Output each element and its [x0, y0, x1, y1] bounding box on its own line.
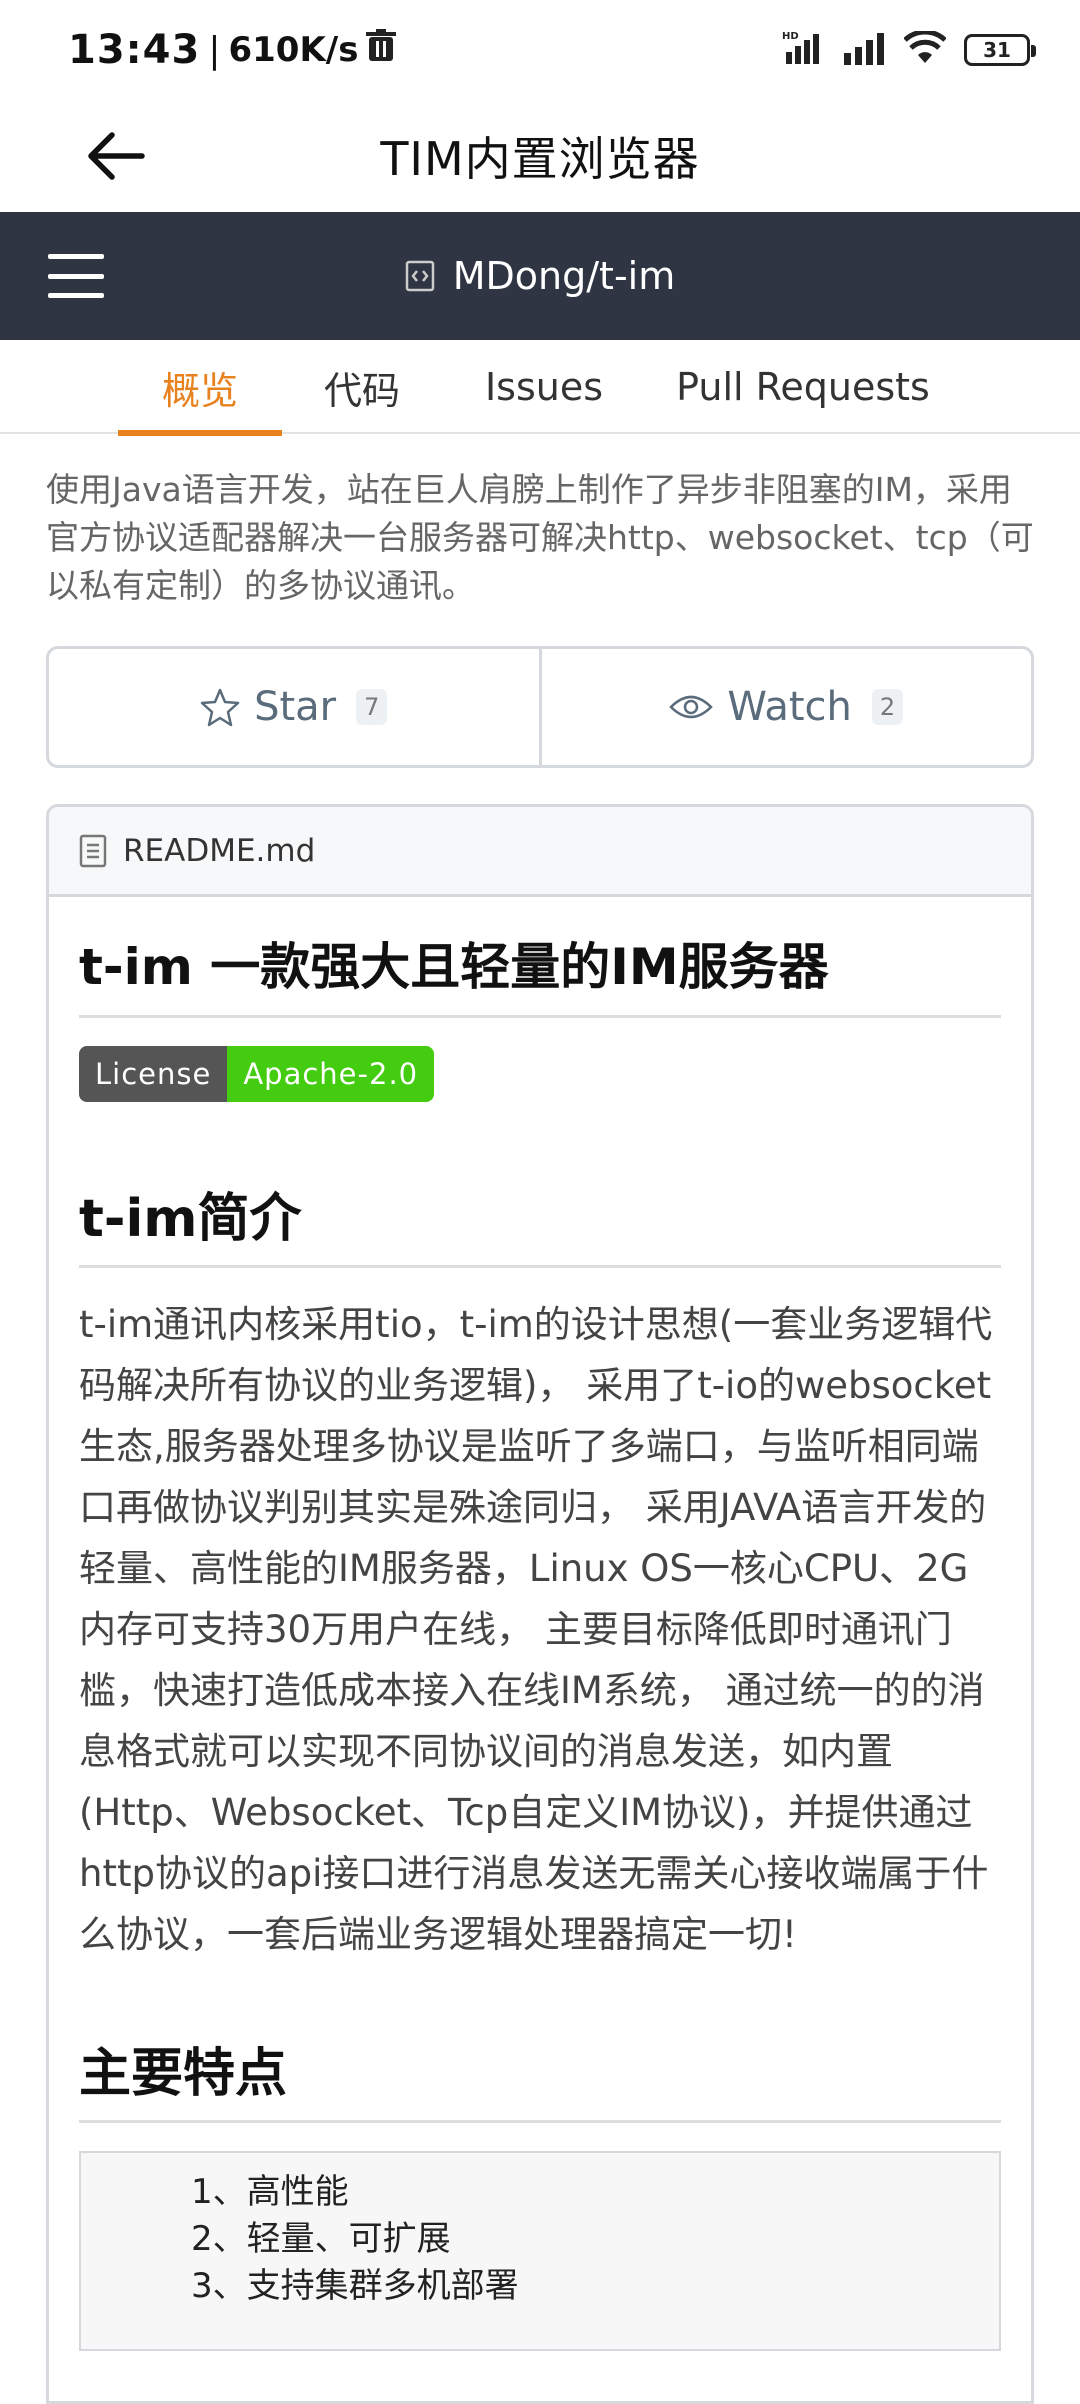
- feature-item: 3、支持集群多机部署: [191, 2266, 519, 2306]
- status-separator: |: [208, 29, 221, 71]
- features-list: 1、高性能 2、轻量、可扩展 3、支持集群多机部署: [79, 2151, 1001, 2351]
- battery-level: 31: [983, 38, 1011, 62]
- tab-code[interactable]: 代码: [316, 340, 408, 434]
- eye-icon: [669, 695, 714, 719]
- star-watch-bar: Star 7 Watch 2: [46, 646, 1034, 768]
- readme-body: t-im 一款强大且轻量的IM服务器 License Apache-2.0 t-…: [49, 897, 1031, 2351]
- battery-icon: 31: [964, 34, 1036, 66]
- license-badge-value: Apache-2.0: [227, 1046, 435, 1102]
- license-badge-label: License: [79, 1046, 228, 1102]
- readme-header: README.md: [49, 807, 1031, 897]
- intro-text: t-im通讯内核采用tio，t-im的设计思想(一套业务逻辑代码解决所有协议的业…: [79, 1303, 993, 1956]
- feature-item: 1、高性能: [191, 2172, 349, 2212]
- tab-overview[interactable]: 概览: [118, 340, 282, 436]
- status-right: HD 31: [782, 28, 1036, 72]
- readme-filename: README.md: [123, 832, 316, 869]
- hd-signal-icon: HD: [782, 30, 826, 70]
- star-button[interactable]: Star 7: [49, 649, 539, 765]
- repo-title: MDong/t-im: [0, 212, 1080, 340]
- star-count: 7: [356, 689, 388, 725]
- repo-description: 使用Java语言开发，站在巨人肩膀上制作了异步非阻塞的IM，采用官方协议适配器解…: [46, 470, 1034, 605]
- watch-count: 2: [871, 689, 904, 725]
- trash-icon: [366, 28, 397, 72]
- signal-icon: [844, 31, 886, 69]
- back-button[interactable]: [76, 116, 156, 196]
- browser-title-bar: TIM内置浏览器: [0, 100, 1080, 212]
- browser-title: TIM内置浏览器: [380, 132, 700, 186]
- watch-button[interactable]: Watch 2: [538, 649, 1032, 765]
- status-bar: 13:43 | 610K/s HD 31: [0, 0, 1080, 100]
- repo-header: MDong/t-im: [0, 212, 1080, 340]
- arrow-left-icon: [88, 132, 145, 180]
- tab-issues[interactable]: Issues: [476, 340, 612, 434]
- network-speed: 610K/s: [228, 30, 359, 70]
- feature-item: 2、轻量、可扩展: [191, 2219, 451, 2259]
- wifi-icon: [903, 29, 947, 69]
- features-heading: 主要特点: [79, 2031, 1001, 2123]
- readme-title: t-im 一款强大且轻量的IM服务器: [79, 921, 1001, 1018]
- svg-text:HD: HD: [782, 31, 799, 42]
- file-icon: [79, 834, 107, 867]
- star-icon: [200, 688, 240, 727]
- readme-panel: README.md t-im 一款强大且轻量的IM服务器 License Apa…: [46, 804, 1034, 2404]
- license-badge[interactable]: License Apache-2.0: [79, 1046, 435, 1102]
- watch-label: Watch: [727, 684, 852, 730]
- status-left: 13:43 | 610K/s: [68, 24, 397, 76]
- star-label: Star: [254, 684, 337, 730]
- repo-tabs: 概览 代码 Issues Pull Requests: [0, 340, 1080, 436]
- code-file-icon: [405, 260, 434, 292]
- status-time: 13:43: [68, 27, 201, 73]
- intro-heading: t-im简介: [79, 1176, 1001, 1268]
- tab-pull-requests[interactable]: Pull Requests: [672, 340, 934, 434]
- repo-name: MDong/t-im: [452, 254, 676, 298]
